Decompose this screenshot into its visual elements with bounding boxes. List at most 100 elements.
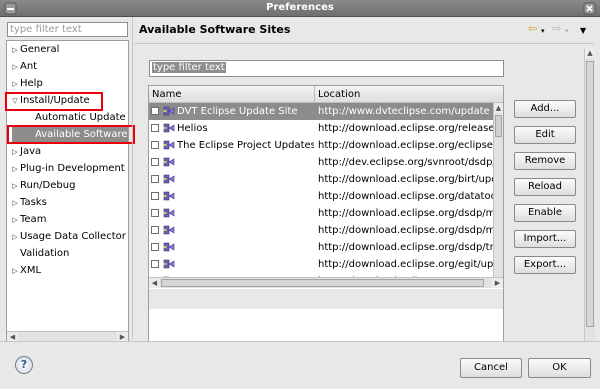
table-row[interactable]: http://download.eclipse.org/dsdp/mtj/u xyxy=(149,205,493,222)
scroll-up-icon[interactable]: ▲ xyxy=(585,48,595,58)
collapsed-arrow-icon[interactable]: ▷ xyxy=(10,144,20,161)
help-icon[interactable]: ? xyxy=(15,356,33,374)
tree-item[interactable]: ▷ Ant xyxy=(7,58,37,75)
collapsed-arrow-icon[interactable]: ▷ xyxy=(10,195,20,212)
table-horizontal-scrollbar[interactable]: ◀ ▶ xyxy=(149,277,503,288)
collapsed-arrow-icon[interactable]: ▷ xyxy=(10,161,20,178)
collapsed-arrow-icon[interactable]: ▷ xyxy=(10,229,20,246)
site-enabled-checkbox[interactable] xyxy=(151,175,159,183)
tree-item[interactable]: ▷ XML xyxy=(7,262,41,279)
collapsed-arrow-icon[interactable]: ▷ xyxy=(10,178,20,195)
table-row[interactable]: http://dev.eclipse.org/svnroot/dsdp/org xyxy=(149,154,493,171)
table-vertical-scrollbar[interactable]: ▲ xyxy=(493,103,503,277)
remove-button[interactable]: Remove xyxy=(514,152,576,170)
edit-button[interactable]: Edit xyxy=(514,126,576,144)
tree-item[interactable]: ▷ Help xyxy=(7,75,43,92)
column-header-name[interactable]: Name xyxy=(149,86,315,103)
update-site-icon xyxy=(163,241,175,253)
site-enabled-checkbox[interactable] xyxy=(151,209,159,217)
collapsed-arrow-icon[interactable]: ▷ xyxy=(10,212,20,229)
title-bar: Preferences xyxy=(0,0,600,17)
site-enabled-checkbox[interactable] xyxy=(151,260,159,268)
view-menu-icon[interactable]: ▼ xyxy=(580,25,586,37)
table-horizontal-thumb[interactable] xyxy=(161,279,484,287)
update-site-icon xyxy=(163,156,175,168)
table-row[interactable]: Helios http://download.eclipse.org/releas… xyxy=(149,120,493,137)
scroll-left-icon[interactable]: ◀ xyxy=(149,278,160,288)
tree-item[interactable]: ▷ Java xyxy=(7,143,41,160)
ok-button[interactable]: OK xyxy=(528,358,591,378)
update-site-icon xyxy=(163,173,175,185)
collapsed-arrow-icon[interactable]: ▷ xyxy=(10,59,20,76)
site-name: The Eclipse Project Updates xyxy=(177,140,314,151)
tree-item[interactable]: ▷ General xyxy=(7,41,59,58)
forward-arrow-icon[interactable]: ⇨ xyxy=(552,23,561,35)
site-filter-input[interactable]: type filter text xyxy=(149,60,504,77)
highlight-available-software xyxy=(7,125,135,144)
pane-divider[interactable] xyxy=(132,17,133,339)
site-enabled-checkbox[interactable] xyxy=(151,124,159,132)
back-dropdown-icon[interactable]: ▾ xyxy=(541,25,545,37)
preferences-tree[interactable]: ▷ General ▷ Ant ▷ Help ▽ Install/Update Automati… xyxy=(6,40,129,343)
export-button[interactable]: Export... xyxy=(514,256,576,274)
page-vertical-scrollbar[interactable]: ▲ xyxy=(584,48,595,341)
update-site-icon xyxy=(163,105,175,117)
tree-item[interactable]: ▷ Run/Debug xyxy=(7,177,75,194)
site-enabled-checkbox[interactable] xyxy=(151,158,159,166)
tree-item[interactable]: ▷ Team xyxy=(7,211,46,228)
table-row[interactable]: The Eclipse Project Updates http://downlo… xyxy=(149,137,493,154)
table-row[interactable]: DVT Eclipse Update Site http://www.dvtecl… xyxy=(149,103,493,120)
column-header-location[interactable]: Location xyxy=(315,86,493,103)
sites-table[interactable]: Name Location DVT Eclipse Update Site htt… xyxy=(148,85,504,355)
update-site-icon xyxy=(163,190,175,202)
table-row[interactable]: http://download.eclipse.org/egit/updat xyxy=(149,256,493,273)
table-row[interactable]: http://download.eclipse.org/datatools/ xyxy=(149,188,493,205)
tree-item[interactable]: ▷ Usage Data Collector xyxy=(7,228,126,245)
cancel-button[interactable]: Cancel xyxy=(460,358,522,378)
site-location: http://download.eclipse.org/releases/h xyxy=(318,123,493,134)
update-site-icon xyxy=(163,224,175,236)
tree-item-label: Plug-in Development xyxy=(20,163,125,174)
scroll-up-icon[interactable]: ▲ xyxy=(494,103,503,113)
add-button[interactable]: Add... xyxy=(514,100,576,118)
collapsed-arrow-icon[interactable]: ▷ xyxy=(10,42,20,59)
import-button[interactable]: Import... xyxy=(514,230,576,248)
collapsed-arrow-icon[interactable]: ▷ xyxy=(10,76,20,93)
site-enabled-checkbox[interactable] xyxy=(151,141,159,149)
site-enabled-checkbox[interactable] xyxy=(151,192,159,200)
table-row[interactable]: http://download.eclipse.org/dsdp/mtj/u xyxy=(149,222,493,239)
site-location: http://download.eclipse.org/dsdp/tm/u xyxy=(318,242,493,253)
page-title: Available Software Sites xyxy=(139,23,291,36)
site-location: http://download.eclipse.org/birt/updat xyxy=(318,174,493,185)
site-location: http://download.eclipse.org/egit/updat xyxy=(318,259,493,270)
tree-item[interactable]: Validation xyxy=(7,245,69,262)
scroll-right-icon[interactable]: ▶ xyxy=(492,278,503,288)
tree-item-label: Team xyxy=(20,214,47,225)
table-footer-area xyxy=(149,289,503,309)
enable-button[interactable]: Enable xyxy=(514,204,576,222)
table-row[interactable]: http://download.eclipse.org/dsdp/tm/u xyxy=(149,239,493,256)
update-site-icon xyxy=(163,258,175,270)
back-arrow-icon[interactable]: ⇦ xyxy=(528,23,537,35)
collapsed-arrow-icon[interactable]: ▷ xyxy=(10,263,20,280)
tree-item-label: Java xyxy=(20,146,42,157)
site-location: http://download.eclipse.org/datatools/ xyxy=(318,191,493,202)
site-enabled-checkbox[interactable] xyxy=(151,107,159,115)
table-row[interactable]: http://download.eclipse.org/birt/updat xyxy=(149,171,493,188)
table-vertical-thumb[interactable] xyxy=(495,115,502,137)
reload-button[interactable]: Reload xyxy=(514,178,576,196)
site-enabled-checkbox[interactable] xyxy=(151,243,159,251)
site-location: http://dev.eclipse.org/svnroot/dsdp/org xyxy=(318,157,493,168)
tree-item[interactable]: ▷ Plug-in Development xyxy=(7,160,125,178)
tree-item-label: Ant xyxy=(20,61,38,72)
page-navigation: ⇦ ▾ ⇨ ▾ ▼ xyxy=(528,23,594,37)
close-icon[interactable] xyxy=(583,2,596,15)
tree-filter-input[interactable]: type filter text xyxy=(7,22,128,37)
page-scroll-thumb[interactable] xyxy=(586,61,594,327)
site-enabled-checkbox[interactable] xyxy=(151,226,159,234)
tree-item[interactable]: ▷ Tasks xyxy=(7,194,47,211)
window-title: Preferences xyxy=(266,2,334,13)
preferences-nav: type filter text ▷ General ▷ Ant ▷ Help ▽ Insta… xyxy=(5,20,135,345)
forward-dropdown-icon[interactable]: ▾ xyxy=(565,25,569,37)
tree-item[interactable]: Automatic Update xyxy=(12,109,126,126)
